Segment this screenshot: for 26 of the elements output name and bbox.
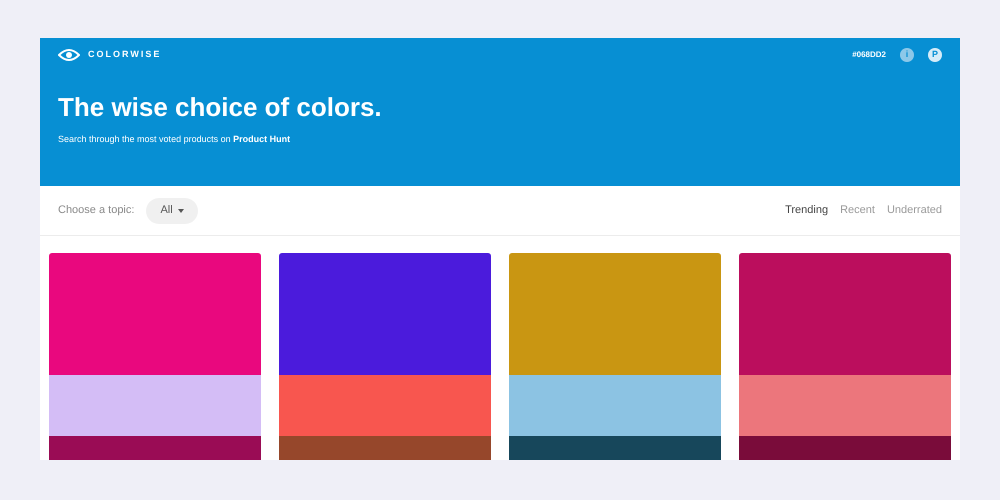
hero-title: The wise choice of colors. [58, 91, 383, 124]
sort-tab[interactable]: Trending [785, 202, 828, 219]
topic-label: Choose a topic: [58, 203, 134, 218]
color-swatch[interactable] [509, 375, 721, 436]
hero-subtitle: Search through the most voted products on Product Hunt [58, 133, 292, 146]
hex-code: #068DD2 [852, 49, 886, 61]
palette-card[interactable] [509, 253, 721, 460]
palette-card[interactable] [739, 253, 951, 460]
product-hunt-link[interactable]: Product Hunt [233, 134, 290, 144]
color-swatch[interactable] [49, 253, 261, 375]
color-swatch[interactable] [509, 253, 721, 375]
color-swatch[interactable] [279, 375, 491, 436]
color-swatch[interactable] [279, 253, 491, 375]
eye-icon [58, 48, 80, 62]
caret-icon [178, 208, 184, 212]
palette-card[interactable] [279, 253, 491, 460]
topic-dropdown[interactable]: All [146, 198, 198, 224]
info-button[interactable]: i [900, 48, 914, 62]
sort-tab[interactable]: Underrated [886, 202, 942, 219]
profile-button[interactable]: P [928, 48, 942, 62]
brand-name[interactable]: COLORWISE [88, 48, 162, 62]
color-swatch[interactable] [49, 375, 261, 436]
sort-tab[interactable]: Recent [840, 202, 875, 219]
color-swatch[interactable] [739, 253, 951, 375]
palette-card[interactable] [49, 253, 261, 460]
color-swatch[interactable] [739, 375, 951, 436]
